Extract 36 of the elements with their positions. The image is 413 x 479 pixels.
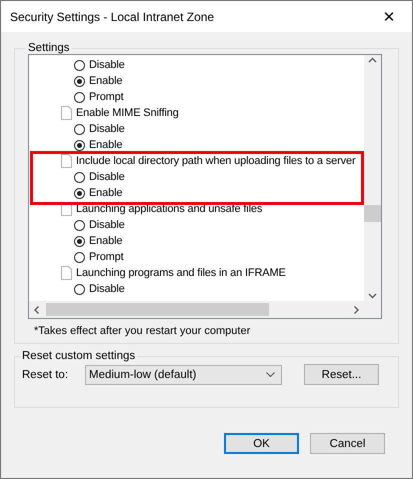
dialog-button[interactable]: OK <box>224 433 299 454</box>
radio-option[interactable]: Enable <box>29 185 364 201</box>
setting-title: Include local directory path when uploading files to a server <box>76 155 356 167</box>
document-icon <box>61 266 72 280</box>
scroll-left-icon[interactable] <box>34 305 40 314</box>
radio-option[interactable]: Prompt <box>29 249 364 265</box>
restart-note: *Takes effect after you restart your computer <box>34 325 252 337</box>
scrollbar-thumb[interactable] <box>364 205 381 222</box>
scroll-right-icon[interactable] <box>354 305 360 314</box>
scroll-down-icon[interactable] <box>368 293 377 299</box>
field-label: Reset to: <box>22 368 70 380</box>
radio-option[interactable]: Disable <box>29 169 364 185</box>
reset-button[interactable]: Reset... <box>304 364 379 385</box>
scrollbar-thumb[interactable] <box>46 303 269 316</box>
dropdown-caret-icon <box>266 372 275 377</box>
document-icon <box>61 106 72 120</box>
document-icon <box>61 154 72 168</box>
setting-title: Launching programs and files in an IFRAME <box>76 267 286 279</box>
radio-option[interactable]: Disable <box>29 281 364 297</box>
radio-option[interactable]: Disable <box>29 121 364 137</box>
radio-option[interactable]: Enable <box>29 73 364 89</box>
window-title: Security Settings - Local Intranet Zone <box>10 10 214 24</box>
reset-level-dropdown[interactable]: Medium-low (default) <box>85 364 282 384</box>
scroll-up-icon[interactable] <box>368 57 377 63</box>
radio-option[interactable]: Disable <box>29 217 364 233</box>
radio-option[interactable]: Prompt <box>29 89 364 105</box>
radio-option[interactable]: Disable <box>29 57 364 73</box>
radio-option[interactable]: Enable <box>29 233 364 249</box>
dialog-button[interactable]: Cancel <box>310 433 385 454</box>
vertical-scrollbar[interactable] <box>364 55 381 301</box>
horizontal-scrollbar[interactable] <box>29 301 364 318</box>
group-label: Settings <box>27 42 71 54</box>
radio-option[interactable]: Enable <box>29 137 364 153</box>
close-button[interactable]: ✕ <box>366 1 412 32</box>
group-label: Reset custom settings <box>21 350 136 362</box>
setting-title: Enable MIME Sniffing <box>76 107 179 119</box>
